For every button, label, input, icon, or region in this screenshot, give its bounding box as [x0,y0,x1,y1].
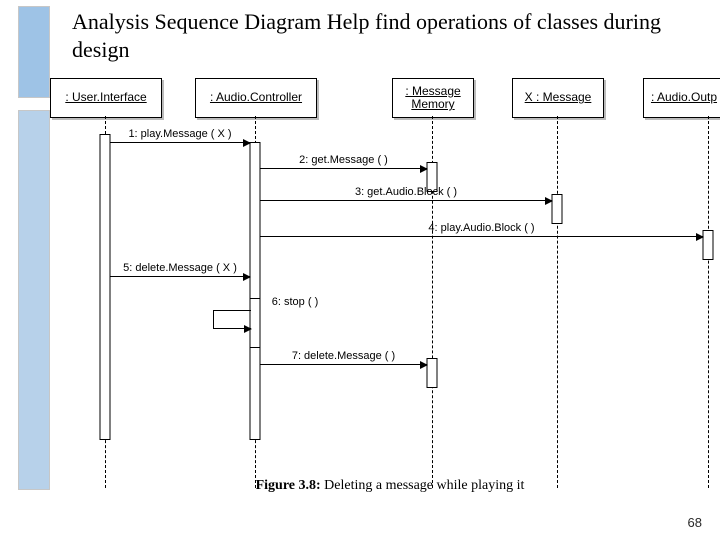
activation-mm-6 [427,358,438,388]
message-1 [110,142,250,143]
message-label-7: 7: delete.Message ( ) [292,350,395,362]
participant-ac: : Audio.Controller [195,78,317,118]
message-6-down [213,310,214,328]
sequence-diagram: Figure 3.8: Deleting a message while pla… [60,78,720,498]
activation-ac-5 [250,298,261,348]
participant-ui: : User.Interface [50,78,162,118]
lifeline-xmsg [557,116,558,488]
message-label-2: 2: get.Message ( ) [299,154,388,166]
slide-accent-bar-bottom [18,110,50,490]
activation-xmsg-3 [552,194,563,224]
participant-aout: : Audio.Outp [643,78,720,118]
lifeline-aout [708,116,709,488]
slide-accent-bar-top [18,6,50,98]
message-7 [260,364,427,365]
participant-mm: : MessageMemory [392,78,474,118]
message-5 [110,276,250,277]
message-label-1: 1: play.Message ( X ) [128,128,231,140]
message-2 [260,168,427,169]
figure-caption: Figure 3.8: Deleting a message while pla… [60,478,720,494]
message-label-5: 5: delete.Message ( X ) [123,262,237,274]
participant-xmsg: X : Message [512,78,604,118]
message-label-3: 3: get.Audio.Block ( ) [355,186,457,198]
activation-aout-4 [703,230,714,260]
message-4 [260,236,703,237]
activation-ac-1 [250,142,261,440]
page-number: 68 [688,515,702,530]
figure-caption-prefix: Figure 3.8: [256,478,321,493]
slide-title: Analysis Sequence Diagram Help find oper… [72,8,682,63]
message-6-back [213,328,251,329]
activation-ui-0 [100,134,111,440]
message-6-out [213,310,251,311]
message-3 [260,200,552,201]
message-label-6: 6: stop ( ) [272,296,318,308]
message-label-4: 4: play.Audio.Block ( ) [428,222,534,234]
figure-caption-text: Deleting a message while playing it [321,478,525,493]
